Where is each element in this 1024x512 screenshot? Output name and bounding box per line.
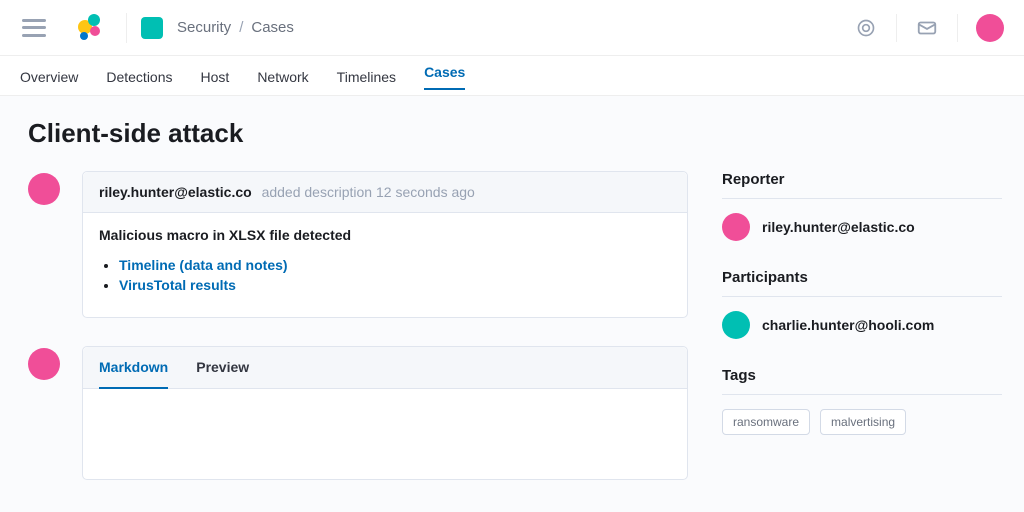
reporter-name: riley.hunter@elastic.co bbox=[762, 219, 915, 235]
reporter-label: Reporter bbox=[722, 171, 1002, 199]
editor-card[interactable]: Markdown Preview bbox=[82, 346, 688, 480]
activity-actor: riley.hunter@elastic.co bbox=[99, 184, 252, 200]
tag-chip[interactable]: malvertising bbox=[820, 409, 906, 435]
reporter-person[interactable]: riley.hunter@elastic.co bbox=[722, 213, 1002, 241]
activity-time: 12 seconds ago bbox=[376, 184, 475, 200]
help-icon[interactable] bbox=[854, 16, 878, 40]
divider bbox=[957, 14, 958, 42]
tags-section: Tags ransomware malvertising bbox=[722, 367, 1002, 435]
editor-tab-preview[interactable]: Preview bbox=[196, 347, 249, 388]
activity-header: riley.hunter@elastic.co added descriptio… bbox=[83, 172, 687, 213]
link-timeline[interactable]: Timeline (data and notes) bbox=[119, 257, 288, 273]
tab-host[interactable]: Host bbox=[201, 67, 230, 85]
editor-textarea[interactable] bbox=[83, 389, 687, 479]
divider bbox=[126, 13, 127, 43]
editor-tab-markdown[interactable]: Markdown bbox=[99, 347, 168, 389]
divider bbox=[896, 14, 897, 42]
tab-timelines[interactable]: Timelines bbox=[337, 67, 396, 85]
elastic-logo-icon[interactable] bbox=[76, 14, 104, 42]
nav-toggle-button[interactable] bbox=[22, 19, 46, 37]
avatar bbox=[722, 213, 750, 241]
editor-tabs: Markdown Preview bbox=[83, 347, 687, 389]
section-tabs: Overview Detections Host Network Timelin… bbox=[0, 56, 1024, 96]
tags-label: Tags bbox=[722, 367, 1002, 395]
case-sidebar: Reporter riley.hunter@elastic.co Partici… bbox=[722, 171, 1002, 508]
tab-overview[interactable]: Overview bbox=[20, 67, 78, 85]
newsfeed-icon[interactable] bbox=[915, 16, 939, 40]
activity-feed: riley.hunter@elastic.co added descriptio… bbox=[28, 171, 688, 508]
activity-action: added description bbox=[262, 184, 373, 200]
comment-editor: Markdown Preview bbox=[28, 346, 688, 480]
page-body: Client-side attack riley.hunter@elastic.… bbox=[0, 96, 1024, 512]
tab-network[interactable]: Network bbox=[257, 67, 308, 85]
tab-cases[interactable]: Cases bbox=[424, 62, 465, 90]
participants-section: Participants charlie.hunter@hooli.com bbox=[722, 269, 1002, 339]
editor-avatar bbox=[28, 348, 60, 380]
breadcrumb-root[interactable]: Security bbox=[177, 19, 231, 36]
breadcrumb-current: Cases bbox=[251, 19, 294, 36]
participant-person[interactable]: charlie.hunter@hooli.com bbox=[722, 311, 1002, 339]
link-virustotal[interactable]: VirusTotal results bbox=[119, 277, 236, 293]
breadcrumb-separator: / bbox=[239, 19, 243, 36]
tab-detections[interactable]: Detections bbox=[106, 67, 172, 85]
space-selector-button[interactable] bbox=[141, 17, 163, 39]
activity-avatar bbox=[28, 173, 60, 205]
activity-entry: riley.hunter@elastic.co added descriptio… bbox=[28, 171, 688, 318]
reporter-section: Reporter riley.hunter@elastic.co bbox=[722, 171, 1002, 241]
case-title: Client-side attack bbox=[22, 118, 1002, 149]
user-avatar-button[interactable] bbox=[976, 14, 1004, 42]
top-bar: Security / Cases bbox=[0, 0, 1024, 56]
avatar bbox=[722, 311, 750, 339]
participant-name: charlie.hunter@hooli.com bbox=[762, 317, 934, 333]
participants-label: Participants bbox=[722, 269, 1002, 297]
tag-chip[interactable]: ransomware bbox=[722, 409, 810, 435]
breadcrumb: Security / Cases bbox=[177, 19, 294, 36]
activity-description: Malicious macro in XLSX file detected bbox=[99, 227, 671, 243]
activity-card: riley.hunter@elastic.co added descriptio… bbox=[82, 171, 688, 318]
